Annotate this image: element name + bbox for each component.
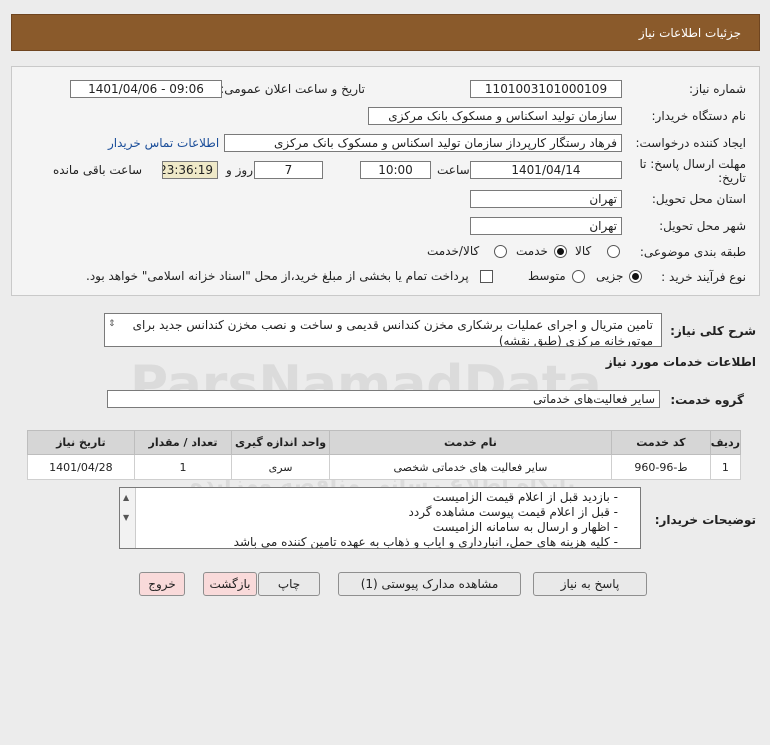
table-header-row: ردیف کد خدمت نام خدمت واحد اندازه گیری ت… [27, 430, 742, 455]
notes-scrollbar[interactable]: ▲ ▼ [120, 488, 136, 548]
category-radio-goods[interactable] [607, 245, 620, 258]
city-field[interactable]: تهران [470, 217, 622, 235]
process-option-minor: جزیی [596, 269, 624, 283]
cell-unit: سری [231, 454, 330, 480]
payment-note: پرداخت تمام یا بخشی از مبلغ خرید،از محل … [86, 269, 469, 283]
category-option-service: خدمت [516, 244, 548, 258]
process-option-medium: متوسط [528, 269, 566, 283]
resize-icon: ⇕ [108, 319, 116, 329]
summary-text: تامین متریال و اجرای عملیات برشکاری مخزن… [132, 318, 653, 347]
attachments-button[interactable]: مشاهده مدارک پیوستی (1) [338, 572, 521, 596]
remaining-time-field: 23:36:19 [162, 161, 218, 179]
back-button[interactable]: بازگشت [203, 572, 257, 596]
process-label: نوع فرآیند خرید : [661, 270, 746, 284]
col-row: ردیف [709, 430, 742, 455]
province-label: استان محل تحویل: [651, 192, 746, 206]
city-label: شهر محل تحویل: [659, 219, 746, 233]
services-table: ردیف کد خدمت نام خدمت واحد اندازه گیری ت… [27, 430, 742, 480]
deadline-time-field[interactable]: 10:00 [360, 161, 431, 179]
process-radio-medium[interactable] [572, 270, 585, 283]
time-label: ساعت [437, 163, 470, 177]
category-option-goods: کالا [575, 244, 592, 258]
scroll-up-icon[interactable]: ▲ [123, 490, 129, 505]
note-line: - قبل از اعلام قیمت پیوست مشاهده گردد [408, 505, 619, 519]
announce-label: تاریخ و ساعت اعلان عمومی: [220, 82, 365, 96]
note-line: - بازدید قبل از اعلام قیمت الزامیست [432, 490, 618, 504]
col-qty: تعداد / مقدار [133, 430, 233, 455]
days-label: روز و [226, 163, 253, 177]
category-option-goods-service: کالا/خدمت [427, 244, 480, 258]
col-unit: واحد اندازه گیری [231, 430, 330, 455]
buyer-notes-label: توضیحات خریدار: [654, 513, 756, 527]
cell-row: 1 [709, 454, 742, 480]
treasury-payment-checkbox[interactable] [480, 270, 493, 283]
note-line: - اظهار و ارسال به سامانه الزامیست [432, 520, 618, 534]
announce-field[interactable]: 1401/04/06 - 09:06 [70, 80, 222, 98]
col-date: تاریخ نیاز [27, 430, 135, 455]
category-label: طبقه بندی موضوعی: [639, 245, 746, 259]
buyer-org-field[interactable]: سازمان تولید اسکناس و مسکوک بانک مرکزی [368, 107, 622, 125]
province-field[interactable]: تهران [470, 190, 622, 208]
deadline-date-field[interactable]: 1401/04/14 [470, 161, 622, 179]
category-radio-goods-service[interactable] [494, 245, 507, 258]
table-row[interactable]: 1 ط-96-960 سایر فعالیت های خدماتی شخصی س… [27, 454, 742, 480]
cell-date: 1401/04/28 [27, 454, 135, 480]
remaining-label: ساعت باقی مانده [53, 163, 143, 177]
exit-button[interactable]: خروج [139, 572, 185, 596]
need-number-label: شماره نیاز: [689, 82, 746, 96]
deadline-label-1: مهلت ارسال پاسخ: تا [639, 157, 746, 171]
creator-label: ایجاد کننده درخواست: [635, 136, 746, 150]
process-radio-minor[interactable] [629, 270, 642, 283]
service-group-label: گروه خدمت: [670, 393, 744, 407]
scroll-down-icon[interactable]: ▼ [123, 510, 129, 525]
reply-button[interactable]: پاسخ به نیاز [533, 572, 647, 596]
creator-field[interactable]: فرهاد رستگار کارپرداز سازمان تولید اسکنا… [224, 134, 622, 152]
print-button[interactable]: چاپ [258, 572, 320, 596]
buyer-org-label: نام دستگاه خریدار: [651, 109, 747, 123]
service-group-field[interactable]: سایر فعالیت‌های خدماتی [107, 390, 660, 408]
buyer-notes-textbox[interactable]: - بازدید قبل از اعلام قیمت الزامیست - قب… [119, 487, 641, 549]
summary-label: شرح کلی نیاز: [670, 324, 756, 338]
page-header: جزئیات اطلاعات نیاز [11, 14, 760, 51]
col-name: نام خدمت [328, 430, 613, 455]
note-line: - کلیه هزینه های حمل، انبارداری و ایاب و… [233, 535, 618, 549]
contact-info-link[interactable]: اطلاعات تماس خریدار [108, 136, 219, 150]
cell-qty: 1 [133, 454, 233, 480]
need-details-panel [11, 66, 760, 296]
services-section-title: اطلاعات خدمات مورد نیاز [605, 355, 756, 369]
summary-textbox[interactable]: تامین متریال و اجرای عملیات برشکاری مخزن… [104, 313, 662, 347]
cell-name: سایر فعالیت های خدماتی شخصی [328, 454, 613, 480]
cell-code: ط-96-960 [611, 454, 711, 480]
deadline-label-2: تاریخ: [718, 171, 746, 185]
col-code: کد خدمت [611, 430, 711, 455]
page-title: جزئیات اطلاعات نیاز [638, 26, 741, 40]
category-radio-service[interactable] [554, 245, 567, 258]
days-field[interactable]: 7 [254, 161, 323, 179]
need-number-field[interactable]: 1101003101000109 [470, 80, 622, 98]
